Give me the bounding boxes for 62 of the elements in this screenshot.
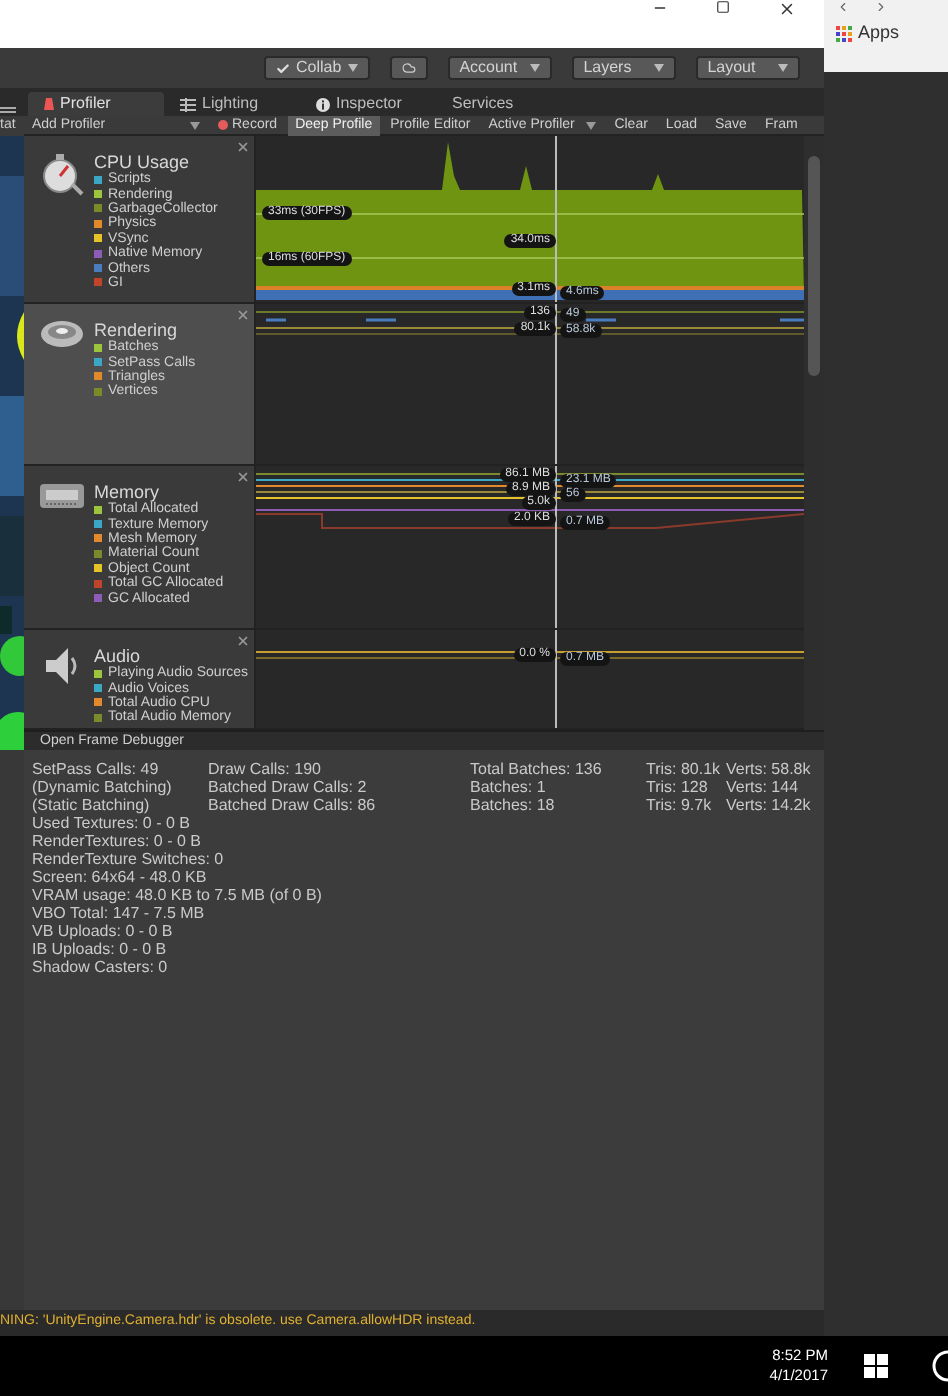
dropdown-button[interactable]: Layers xyxy=(571,56,676,80)
cloud-button[interactable] xyxy=(389,56,428,80)
cloud-icon xyxy=(401,60,416,76)
stopwatch-icon xyxy=(40,152,84,196)
maximize-icon[interactable] xyxy=(716,0,730,14)
stat-text: Verts: 14.2k xyxy=(726,796,811,814)
stat-text: Batches: 18 xyxy=(470,796,557,814)
stat-text: Verts: 144 xyxy=(726,778,799,796)
stat-text: RenderTextures: 0 - 0 B xyxy=(32,832,201,850)
close-icon[interactable] xyxy=(778,0,796,18)
caret-icon xyxy=(347,64,358,72)
module-title: Rendering xyxy=(94,320,180,340)
stat-text: (Static Batching) xyxy=(32,796,152,814)
stat-text: Batches: 1 xyxy=(470,778,548,796)
scrollbar-thumb[interactable] xyxy=(808,156,820,376)
stat-text: IB Uploads: 0 - 0 B xyxy=(32,940,167,958)
tab[interactable]: Profiler xyxy=(28,92,164,116)
module-title: Memory xyxy=(94,482,160,502)
back-icon[interactable] xyxy=(836,0,850,14)
stat-text: SetPass Calls: 49 xyxy=(32,760,161,778)
record-icon xyxy=(218,120,228,130)
stat-text: VBO Total: 147 - 7.5 MB xyxy=(32,904,205,922)
caret-icon xyxy=(190,121,200,129)
menu-icon[interactable] xyxy=(0,106,16,116)
tab[interactable]: Lighting xyxy=(164,92,300,116)
profiler-icon xyxy=(44,98,54,110)
stat-text: (Dynamic Batching) xyxy=(32,778,174,796)
module-title: CPU Usage xyxy=(94,152,192,172)
windows-logo-icon[interactable] xyxy=(864,1354,888,1378)
caret-icon xyxy=(529,64,540,72)
stat-text: Tris: 80.1k xyxy=(646,760,723,778)
tab[interactable]: Inspector xyxy=(300,92,436,116)
stat-text: Used Textures: 0 - 0 B xyxy=(32,814,190,832)
tab[interactable]: Services xyxy=(436,92,572,116)
stat-text: VRAM usage: 48.0 KB to 7.5 MB (of 0 B) xyxy=(32,886,322,904)
caret-icon xyxy=(777,64,788,72)
speaker-icon xyxy=(44,646,80,686)
module-title: Audio xyxy=(94,646,141,666)
stat-text: Tris: 9.7k xyxy=(646,796,714,814)
check-icon xyxy=(276,61,290,75)
info-icon xyxy=(316,97,330,111)
apps-grid-icon xyxy=(836,25,852,42)
caret-icon xyxy=(653,64,664,72)
dropdown-button[interactable]: Layout xyxy=(695,56,800,80)
caret-icon xyxy=(586,121,597,129)
stat-text: Draw Calls: 190 xyxy=(208,760,323,778)
stat-text: Verts: 58.8k xyxy=(726,760,811,778)
dropdown-button[interactable]: Account xyxy=(447,56,552,80)
forward-icon[interactable] xyxy=(874,0,888,14)
memory-chip-icon xyxy=(40,482,84,510)
stat-text: RenderTexture Switches: 0 xyxy=(32,850,224,868)
stat-text: Tris: 128 xyxy=(646,778,710,796)
stat-text: Shadow Casters: 0 xyxy=(32,958,168,976)
stat-text: Screen: 64x64 - 48.0 KB xyxy=(32,868,207,886)
stat-text: VB Uploads: 0 - 0 B xyxy=(32,922,173,940)
stat-text: Batched Draw Calls: 2 xyxy=(208,778,369,796)
bookmark-link[interactable]: Apps xyxy=(836,20,936,47)
disc-icon xyxy=(40,320,84,348)
stat-text: Batched Draw Calls: 86 xyxy=(208,796,378,814)
lighting-icon xyxy=(180,97,196,111)
stat-text: Total Batches: 136 xyxy=(470,760,604,778)
collab-button[interactable]: Collab xyxy=(264,56,370,80)
